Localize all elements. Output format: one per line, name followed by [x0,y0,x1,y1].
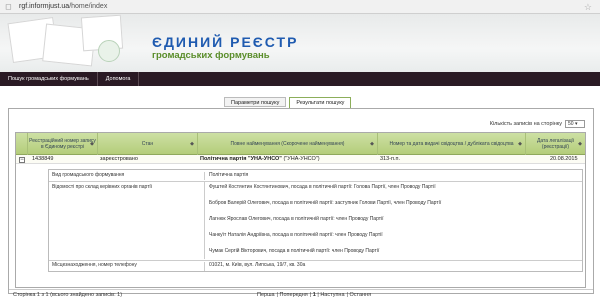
header-expander [16,133,28,155]
sort-icon: ◆ [578,141,582,147]
header-legalization-date-label: Дата легалізації (реєстрації) [536,138,575,150]
grid-header: Реєстраційний номер запису в Єдиному реє… [16,133,585,155]
pagination-info: Сторінка 1 з 1 (всього знайдено записів:… [13,292,123,298]
page-last-link[interactable]: Остання [349,292,371,298]
seal-icon [98,40,120,62]
cell-status: зареєстровано [100,156,138,162]
address-url[interactable]: rgf.informjust.ua/home/index [19,3,107,10]
banner-subtitle: громадських формувань [152,50,270,61]
cell-full-name: Політична партія "УНА-УНСО" ("УНА-УНСО") [198,155,378,164]
results-panel: Кількість записів на сторінку 50 ▾ Реєст… [8,108,594,298]
header-status[interactable]: Стан ◆ [98,133,198,155]
records-per-page-select[interactable]: 50 ▾ [565,120,585,128]
leader-entry: Чанкуїт Наталія Андріївна, посада в полі… [209,232,383,238]
detail-type-label: Вид громадського формування [49,172,205,180]
header-status-label: Стан [141,141,154,147]
pagination: Сторінка 1 з 1 (всього знайдено записів:… [9,289,593,300]
header-register-number[interactable]: Реєстраційний номер запису в Єдиному реє… [28,133,98,155]
leader-entry: Фуштей Костянтин Костянтинович, посада в… [209,184,436,190]
sort-icon: ◆ [370,141,374,147]
results-grid: Реєстраційний номер запису в Єдиному реє… [15,132,586,288]
header-register-number-label: Реєстраційний номер запису в Єдиному реє… [29,138,96,150]
nav-search-formations[interactable]: Пошук громадських формувань [0,72,98,86]
bookmark-star-icon[interactable]: ☆ [584,2,592,13]
header-full-name[interactable]: Повне найменування (Скорочене найменуван… [198,133,378,155]
header-certificate[interactable]: Номер та дата видачі свідоцтва / дубліка… [378,133,526,155]
page-prev-link[interactable]: Попередня [280,292,308,298]
header-full-name-label: Повне найменування (Скорочене найменуван… [230,141,345,147]
page-icon: ◻ [5,2,12,11]
detail-leaders-label: Відомості про склад керівних органів пар… [49,182,205,259]
page-current: 1 [312,292,316,298]
leader-entry: Лагнюк Ярослав Олегович, посада в політи… [209,216,384,222]
records-per-page-label: Кількість записів на сторінку [489,121,562,127]
sort-icon: ◆ [190,141,194,147]
detail-address-value: 01021, м. Київ, вул. Липська, 19/7, кв. … [209,262,306,268]
records-per-page-value: 50 [568,121,574,127]
page-next-link[interactable]: Наступна [320,292,344,298]
banner-title: ЄДИНИЙ РЕЄСТР [152,34,299,50]
nav-help[interactable]: Допомога [98,72,140,86]
browser-address-bar[interactable]: ◻ rgf.informjust.ua/home/index ☆ [0,0,600,14]
top-navigation: Пошук громадських формувань Допомога [0,72,600,86]
leader-entry: Бобров Валерій Олегович, посада в політи… [209,200,442,206]
leader-entry: Чумак Сергій Вікторович, посада в політи… [209,248,380,254]
detail-address-label: Місцезнаходження, номер телефону [49,262,205,271]
pagination-links: Перша | Попередня | 1 | Наступна | Остання [257,292,372,298]
full-name-text: Політична партія "УНА-УНСО" [200,156,282,162]
detail-divider [49,260,582,261]
collapse-row-icon[interactable]: − [19,156,25,163]
records-per-page: Кількість записів на сторінку 50 ▾ [490,120,585,128]
url-domain: rgf.informjust.ua [19,3,70,10]
cell-legalization-date: 20.08.2015 [550,156,578,162]
detail-type-value: Політична партія [209,172,249,178]
header-certificate-label: Номер та дата видачі свідоцтва / дубліка… [389,141,514,147]
tab-search-params[interactable]: Параметри пошуку [224,97,287,107]
page-first-link[interactable]: Перша [257,292,275,298]
short-name-text: ("УНА-УНСО") [283,156,320,162]
sort-icon: ◆ [90,141,94,147]
cell-register-number: 1438849 [32,156,54,162]
header-legalization-date[interactable]: Дата легалізації (реєстрації) ◆ [526,133,585,155]
url-path: /home/index [69,3,108,10]
row-details: Вид громадського формування Політична па… [48,169,583,272]
cell-certificate: 313-п.п. [380,156,401,162]
table-row[interactable]: − 1438849 зареєстровано Політична партія… [16,155,585,164]
sort-icon: ◆ [518,141,522,147]
site-banner: ЄДИНИЙ РЕЄСТР громадських формувань [0,14,600,72]
